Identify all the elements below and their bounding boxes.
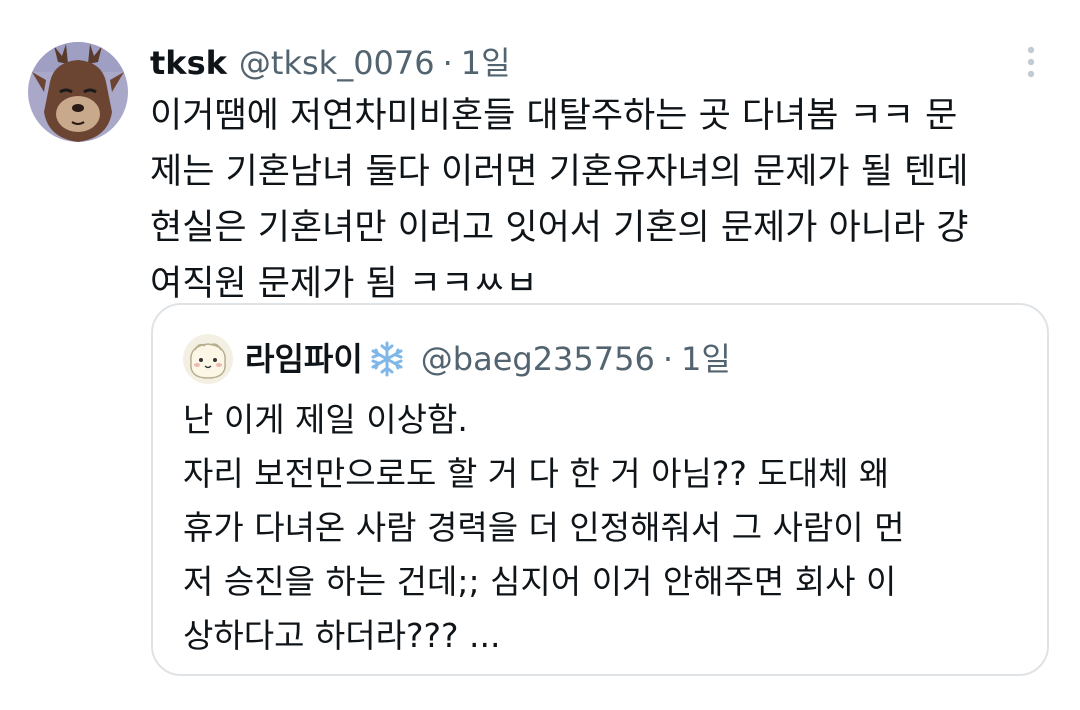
quoted-text-line: 난 이게 제일 이상함. — [183, 400, 468, 439]
avatar-image — [28, 42, 128, 142]
tweet-header: tksk @tksk_0076 · 1일 — [150, 40, 511, 86]
quoted-tweet-timestamp[interactable]: 1일 — [681, 335, 731, 383]
snowflake-emoji — [367, 339, 407, 379]
tweet[interactable]: tksk @tksk_0076 · 1일 이거땜에 저연차미비혼들 대탈주하는 … — [0, 0, 1080, 710]
quoted-avatar-image — [183, 334, 233, 384]
author-display-name[interactable]: tksk — [150, 40, 227, 86]
author-handle[interactable]: @tksk_0076 — [239, 40, 435, 86]
quoted-author-avatar[interactable] — [183, 334, 233, 384]
quoted-text-line: 자리 보전만으로도 할 거 다 한 거 아님?? 도대체 왜 — [183, 454, 890, 493]
quoted-author-display-name[interactable]: 라임파이 — [245, 335, 363, 383]
author-avatar[interactable] — [28, 42, 128, 142]
snowflake-icon — [371, 341, 403, 377]
quoted-text-line: 휴가 다녀온 사람 경력을 더 인정해줘서 그 사람이 먼 — [183, 508, 905, 547]
more-vertical-icon — [1027, 46, 1035, 78]
tweet-text-line: 제는 기혼남녀 둘다 이러면 기혼유자녀의 문제가 될 텐데 — [150, 152, 969, 192]
quoted-tweet-text: 난 이게 제일 이상함. 자리 보전만으로도 할 거 다 한 거 아님?? 도대… — [183, 393, 1023, 663]
tweet-timestamp[interactable]: 1일 — [461, 40, 511, 86]
tweet-text-line: 이거땜에 저연차미비혼들 대탈주하는 곳 다녀봄 ㅋㅋ 문 — [150, 96, 958, 136]
quoted-text-line: 상하다고 하더라??? ... — [183, 616, 501, 655]
tweet-text: 이거땜에 저연차미비혼들 대탈주하는 곳 다녀봄 ㅋㅋ 문 제는 기혼남녀 둘다… — [150, 88, 1050, 312]
quoted-tweet-card[interactable]: 라임파이 @baeg235756 · 1일 난 이게 제일 이상함. 자리 보전… — [151, 303, 1049, 676]
more-options-button[interactable] — [1014, 42, 1048, 82]
separator-dot: · — [442, 44, 453, 82]
separator-dot: · — [662, 340, 674, 378]
quoted-tweet-header: 라임파이 @baeg235756 · 1일 — [245, 335, 731, 383]
quoted-text-line: 저 승진을 하는 건데;; 심지어 이거 안해주면 회사 이 — [183, 562, 897, 601]
tweet-text-line: 현실은 기혼녀만 이러고 잇어서 기혼의 문제가 아니라 걍 — [150, 208, 969, 248]
quoted-author-handle[interactable]: @baeg235756 — [421, 335, 655, 383]
